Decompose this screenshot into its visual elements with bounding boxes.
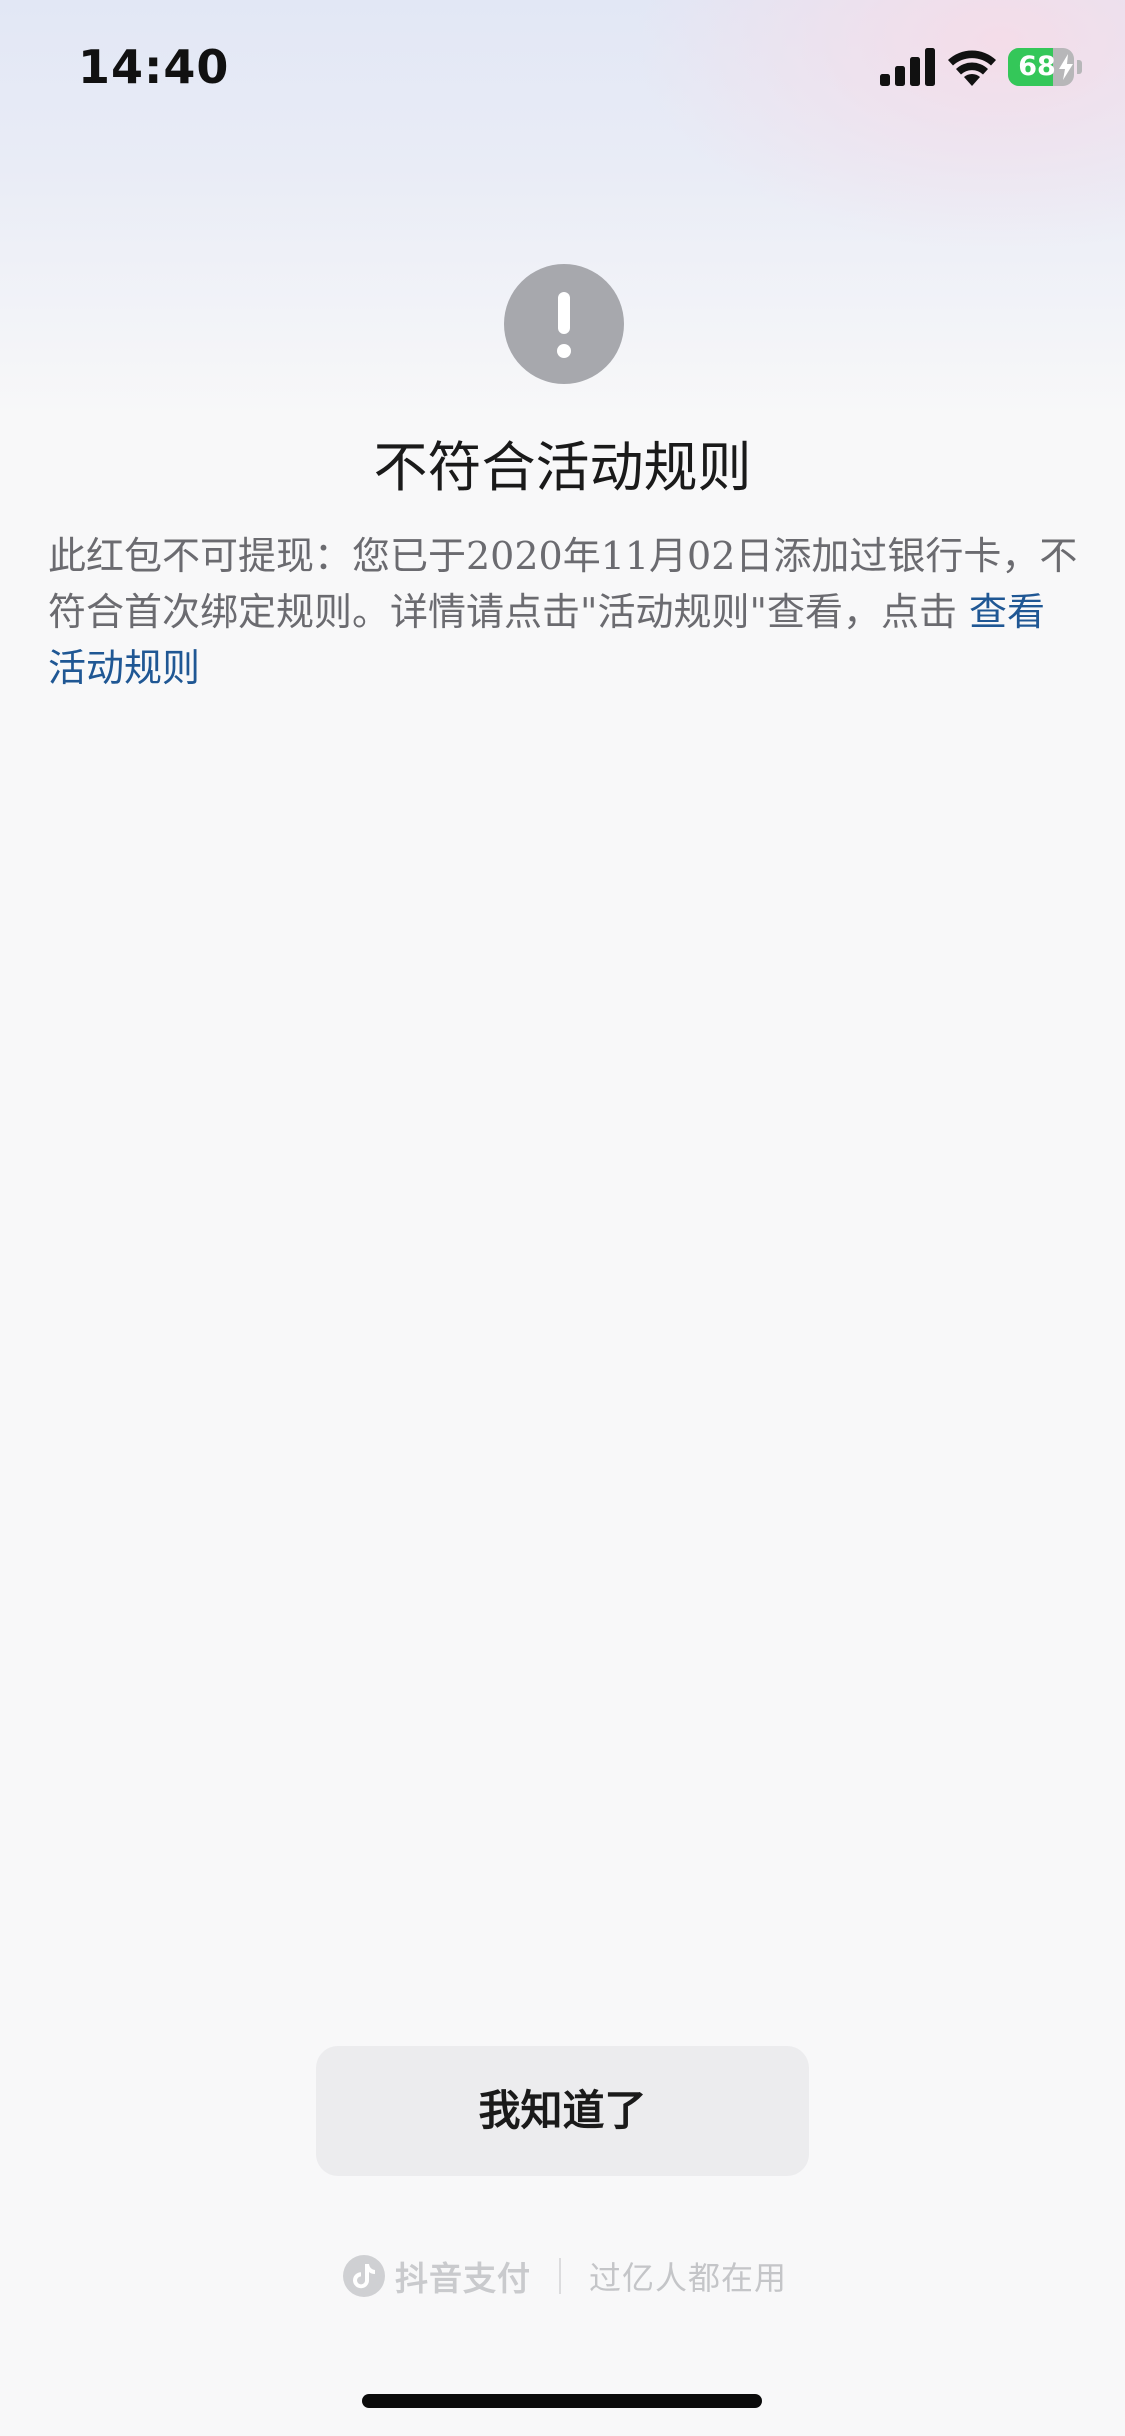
dialog-message: 此红包不可提现：您已于2020年11月02日添加过银行卡，不符合首次绑定规则。详… (48, 528, 1078, 696)
brand-slogan: 过亿人都在用 (589, 2259, 788, 2297)
home-indicator[interactable] (362, 2394, 762, 2408)
charging-bolt-icon (1059, 54, 1073, 80)
message-text: 此红包不可提现：您已于2020年11月02日添加过银行卡，不符合首次绑定规则。详… (48, 534, 1078, 634)
status-bar: 14:40 68 (0, 0, 1125, 140)
wifi-icon (948, 50, 996, 86)
battery-cap (1077, 60, 1082, 74)
got-it-button[interactable]: 我知道了 (316, 2046, 809, 2176)
brand-name: 抖音支付 (395, 2259, 531, 2298)
footer: 抖音支付 过亿人都在用 (0, 2246, 1125, 2306)
status-time: 14:40 (78, 40, 230, 94)
exclamation-icon (504, 264, 624, 384)
battery-body: 68 (1008, 48, 1074, 86)
dialog-title: 不符合活动规则 (373, 436, 752, 499)
footer-divider (559, 2258, 561, 2294)
rule-violation-screen: 14:40 68 不符合活动规则 此红包不可提现：您已于2020年11月02日添… (0, 0, 1125, 2436)
cellular-signal-icon (880, 48, 935, 86)
battery-indicator: 68 (1008, 48, 1082, 86)
tiktok-logo-icon (343, 2255, 385, 2297)
